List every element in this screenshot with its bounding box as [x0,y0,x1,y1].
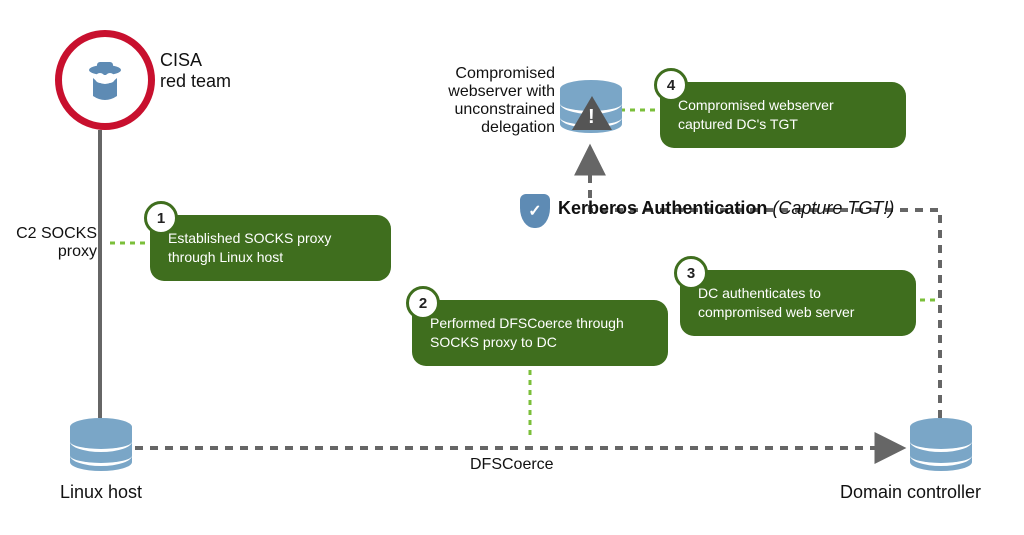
step-4: 4 Compromised webserver captured DC's TG… [660,82,906,148]
edge-label-kerberos: Kerberos Authentication (Capture TGT!) [558,198,894,219]
kerberos-note: (Capture TGT!) [767,198,894,218]
step-1-box: Established SOCKS proxy through Linux ho… [150,215,391,281]
threat-actor-icon [55,30,155,130]
shield-check-icon: ✓ [520,194,550,228]
database-icon [910,418,972,474]
step-4-badge: 4 [654,68,688,102]
warning-icon [572,96,612,130]
label-compromised-webserver: Compromised webserver with unconstrained… [410,65,555,137]
step-1: 1 Established SOCKS proxy through Linux … [150,215,391,281]
step-3: 3 DC authenticates to compromised web se… [680,270,916,336]
spy-icon [81,56,129,104]
diagram-stage: CISA red team C2 SOCKS proxy 1 Establish… [0,0,1024,535]
actor-label: CISA red team [160,50,231,92]
node-compromised-webserver [560,80,622,136]
node-linux-host [70,418,132,474]
edge-label-c2-socks: C2 SOCKS proxy [12,225,97,261]
step-1-badge: 1 [144,201,178,235]
step-3-badge: 3 [674,256,708,290]
actor-red-team [55,30,155,130]
step-2: 2 Performed DFSCoerce through SOCKS prox… [412,300,668,366]
step-2-box: Performed DFSCoerce through SOCKS proxy … [412,300,668,366]
label-domain-controller: Domain controller [840,482,981,503]
database-icon [70,418,132,474]
node-domain-controller [910,418,972,474]
step-4-box: Compromised webserver captured DC's TGT [660,82,906,148]
step-3-box: DC authenticates to compromised web serv… [680,270,916,336]
label-linux-host: Linux host [60,482,142,503]
step-2-badge: 2 [406,286,440,320]
edge-label-dfscoerce: DFSCoerce [470,456,554,474]
kerberos-strong: Kerberos Authentication [558,198,767,218]
